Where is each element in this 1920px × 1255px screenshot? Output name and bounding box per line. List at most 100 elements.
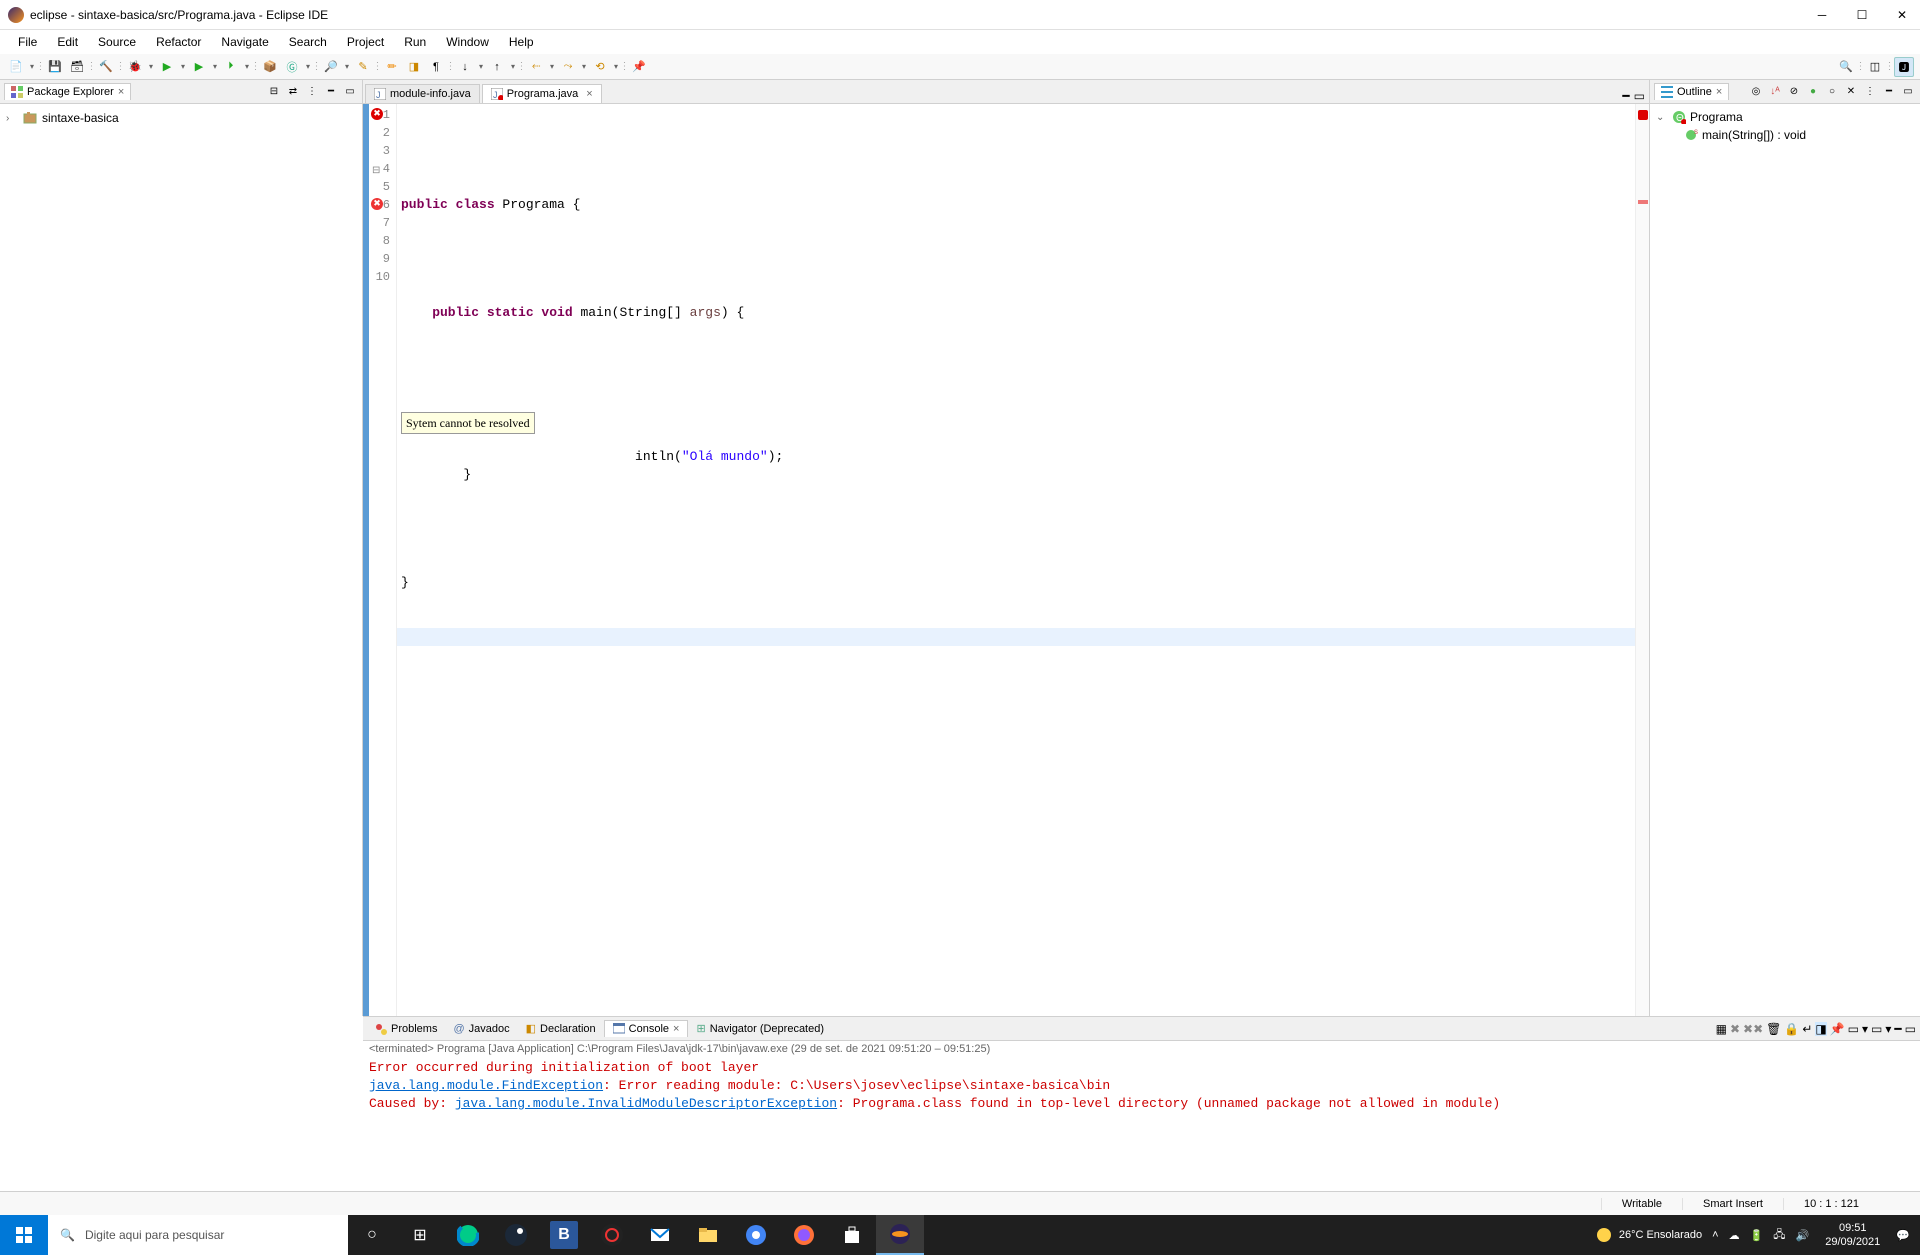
error-icon[interactable]: ✖ [371,198,383,210]
overview-ruler[interactable] [1635,104,1649,1016]
remove-all-icon[interactable]: ✖✖ [1743,1022,1763,1036]
toggle-mark-icon[interactable]: ✏ [382,57,402,77]
menu-refactor[interactable]: Refactor [146,32,211,52]
weather-icon[interactable]: 26°C Ensolarado [1595,1226,1702,1244]
menu-project[interactable]: Project [337,32,394,52]
prev-annotation-icon[interactable]: ↑ [487,57,507,77]
maximize-view-icon[interactable]: ▭ [342,84,358,100]
outline-method-node[interactable]: s main(String[]) : void [1656,126,1914,144]
quick-access-icon[interactable]: 🔍 [1836,57,1856,77]
code-editor[interactable]: public class Programa { public static vo… [397,104,1635,1016]
console-tab[interactable]: Console × [604,1020,689,1037]
scroll-lock-icon[interactable]: 🔒 [1784,1022,1799,1036]
declaration-tab[interactable]: ◧ Declaration [518,1020,604,1037]
new-icon[interactable]: 📄 [6,57,26,77]
save-icon[interactable]: 💾 [45,57,65,77]
menu-navigate[interactable]: Navigate [211,32,278,52]
dropdown-icon[interactable]: ▾ [211,62,219,71]
show-console-icon[interactable]: ◨ [1815,1022,1826,1036]
ruler-mark-icon[interactable] [1638,200,1648,204]
taskbar-clock[interactable]: 09:51 29/09/2021 [1819,1221,1886,1249]
console-link[interactable]: java.lang.module.FindException [369,1078,603,1093]
minimize-editor-icon[interactable]: ━ [1622,89,1629,103]
filter2-icon[interactable]: ○ [1824,84,1840,100]
link-editor-icon[interactable]: ⇄ [285,84,301,100]
console-output[interactable]: Error occurred during initialization of … [363,1057,1920,1191]
mail-icon[interactable] [636,1215,684,1255]
next-annotation-icon[interactable]: ↓ [455,57,475,77]
menu-search[interactable]: Search [279,32,337,52]
show-whitespace-icon[interactable]: ¶ [426,57,446,77]
task-view-icon[interactable]: ⊞ [396,1215,444,1255]
tray-network-icon[interactable]: 🖧 [1773,1226,1785,1245]
store-icon[interactable] [828,1215,876,1255]
close-button[interactable]: ✕ [1892,5,1912,25]
notifications-icon[interactable]: 💬 [1896,1229,1910,1242]
ruler-error-icon[interactable] [1638,110,1648,120]
start-button[interactable] [0,1215,48,1255]
hide-icon[interactable]: ⊘ [1786,84,1802,100]
clear-icon[interactable]: 🗑 [1766,1022,1781,1036]
minimize-button[interactable]: ─ [1812,5,1832,25]
menu-source[interactable]: Source [88,32,146,52]
sort-icon[interactable]: ↓ᴬ [1767,84,1783,100]
forward-icon[interactable]: ⤳ [558,57,578,77]
error-icon[interactable]: ✖ [371,108,383,120]
run-icon[interactable]: ▶ [157,57,177,77]
view-menu-icon[interactable]: ⋮ [304,84,320,100]
new-package-icon[interactable]: 📦 [260,57,280,77]
dropdown-icon[interactable]: ▾ [1862,1022,1868,1036]
steam-icon[interactable] [492,1215,540,1255]
maximize-view-icon[interactable]: ▭ [1905,1022,1916,1036]
tray-chevron-icon[interactable]: ˄ [1712,1229,1718,1241]
back-icon[interactable]: ⬸ [526,57,546,77]
console-link[interactable]: java.lang.module.InvalidModuleDescriptor… [455,1096,837,1111]
new-class-icon[interactable]: Ⓖ [282,57,302,77]
minimize-view-icon[interactable]: ━ [323,84,339,100]
minimize-view-icon[interactable]: ━ [1881,84,1897,100]
focus-icon[interactable]: ◎ [1748,84,1764,100]
dropdown-icon[interactable]: ▾ [343,62,351,71]
edge-icon[interactable] [444,1215,492,1255]
java-perspective-icon[interactable]: 🅹 [1894,57,1914,77]
menu-file[interactable]: File [8,32,47,52]
debug-icon[interactable]: 🐞 [125,57,145,77]
word-wrap-icon[interactable]: ↵ [1802,1022,1812,1036]
explorer-icon[interactable] [684,1215,732,1255]
build-icon[interactable]: 🔨 [96,57,116,77]
app-b-icon[interactable]: B [550,1221,578,1249]
close-icon[interactable]: × [586,88,592,100]
chevron-down-icon[interactable]: ⌄ [1656,112,1668,123]
app-red-icon[interactable] [588,1215,636,1255]
filter-icon[interactable]: ● [1805,84,1821,100]
chrome-icon[interactable] [732,1215,780,1255]
menu-edit[interactable]: Edit [47,32,88,52]
open-type-icon[interactable]: 🔎 [321,57,341,77]
javadoc-tab[interactable]: @ Javadoc [445,1021,517,1037]
editor-tab-programa[interactable]: J Programa.java × [482,84,602,103]
close-icon[interactable]: × [118,86,124,98]
toggle-block-icon[interactable]: ◨ [404,57,424,77]
problems-tab[interactable]: Problems [367,1021,445,1037]
dropdown-icon[interactable]: ▾ [580,62,588,71]
menu-help[interactable]: Help [499,32,544,52]
taskbar-search[interactable]: 🔍 Digite aqui para pesquisar [48,1215,348,1255]
eclipse-taskbar-icon[interactable] [876,1215,924,1255]
chevron-right-icon[interactable]: › [6,113,18,124]
search-icon[interactable]: ✎ [353,57,373,77]
pin-icon[interactable]: 📌 [629,57,649,77]
close-icon[interactable]: × [1716,86,1722,98]
remove-launch-icon[interactable]: ✖ [1730,1022,1740,1036]
cortana-icon[interactable]: ○ [348,1215,396,1255]
coverage-icon[interactable]: ▶ [189,57,209,77]
tray-battery-icon[interactable]: 🔋 [1750,1229,1764,1242]
minimize-view-icon[interactable]: ━ [1894,1022,1901,1036]
view-menu-icon[interactable]: ⋮ [1862,84,1878,100]
tray-volume-icon[interactable]: 🔊 [1796,1229,1810,1242]
firefox-icon[interactable] [780,1215,828,1255]
project-node[interactable]: › sintaxe-basica [6,108,356,128]
maximize-view-icon[interactable]: ▭ [1900,84,1916,100]
fold-icon[interactable]: ⊟ [372,163,380,181]
dropdown-icon[interactable]: ▾ [147,62,155,71]
dropdown-icon[interactable]: ▾ [179,62,187,71]
